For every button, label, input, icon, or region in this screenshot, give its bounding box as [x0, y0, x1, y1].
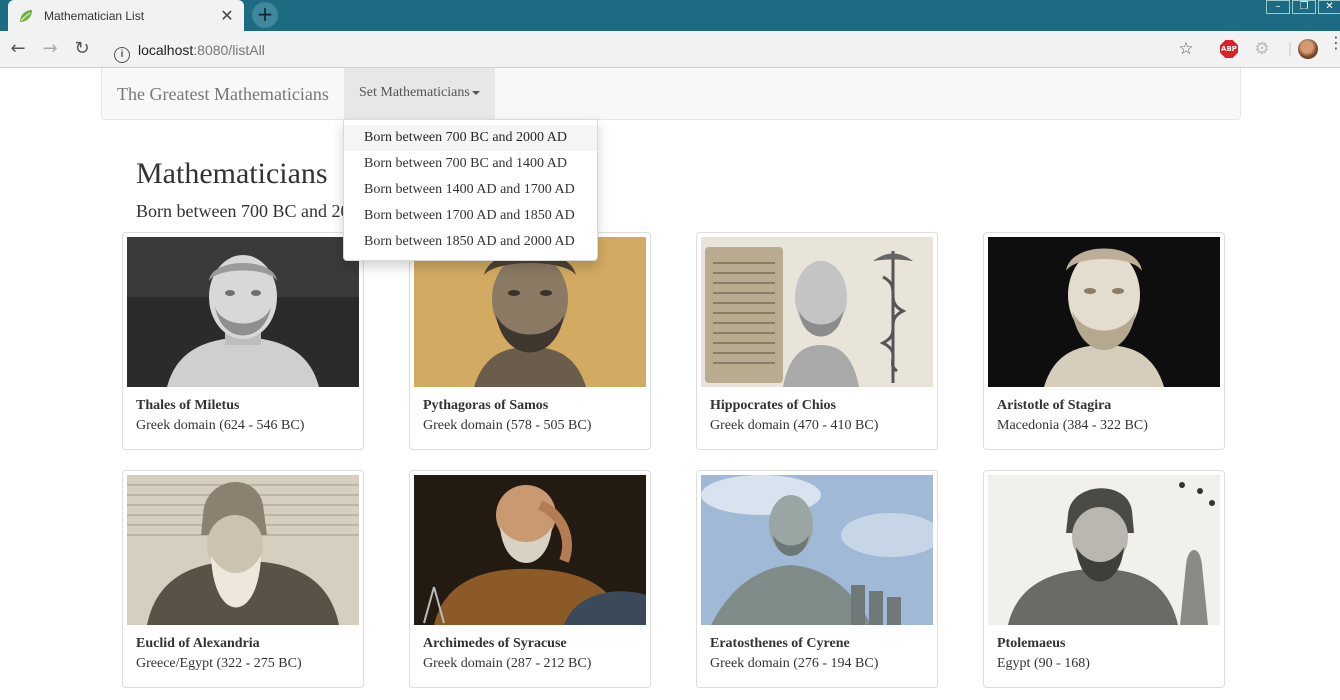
card-name: Thales of Miletus: [136, 398, 240, 413]
bust-image: [701, 237, 933, 387]
tab-close-icon[interactable]: ✕: [216, 6, 238, 26]
portrait-euclid: [127, 475, 359, 625]
minimize-icon[interactable]: –: [1266, 0, 1290, 14]
adblock-icon[interactable]: ABP: [1220, 40, 1238, 58]
portrait-thales: [127, 237, 359, 387]
mathematician-card-archimedes[interactable]: Archimedes of Syracuse Greek domain (287…: [409, 470, 651, 688]
card-name: Pythagoras of Samos: [423, 398, 549, 413]
bust-image: [988, 237, 1220, 387]
mathematician-card-hippocrates[interactable]: Hippocrates of Chios Greek domain (470 -…: [696, 232, 938, 450]
dropdown-item-1400ad-1700ad[interactable]: Born between 1400 AD and 1700 AD: [344, 177, 597, 203]
forward-arrow-icon[interactable]: →: [38, 38, 62, 62]
browser-tab[interactable]: Mathematician List ✕: [8, 0, 244, 31]
restore-icon[interactable]: ❐: [1292, 0, 1316, 14]
card-origin: Greece/Egypt (322 - 275 BC): [136, 656, 302, 671]
reload-icon[interactable]: ↻: [70, 38, 94, 62]
portrait-hippocrates: [701, 237, 933, 387]
dropdown-menu: Born between 700 BC and 2000 AD Born bet…: [343, 119, 598, 261]
dropdown-item-1850ad-2000ad[interactable]: Born between 1850 AD and 2000 AD: [344, 229, 597, 255]
spring-leaf-icon: [20, 9, 32, 22]
set-mathematicians-dropdown[interactable]: Set Mathematicians: [344, 68, 495, 120]
url-host: localhost: [138, 42, 194, 58]
bookmark-star-icon[interactable]: ☆: [1176, 39, 1196, 59]
statue-image: [701, 475, 933, 625]
bust-image: [127, 237, 359, 387]
new-tab-button[interactable]: +: [252, 2, 278, 28]
mathematician-card-euclid[interactable]: Euclid of Alexandria Greece/Egypt (322 -…: [122, 470, 364, 688]
portrait-ptolemaeus: [988, 475, 1220, 625]
card-name: Archimedes of Syracuse: [423, 636, 567, 651]
url-path: :8080/listAll: [193, 42, 265, 58]
browser-menu-icon[interactable]: ⋮: [1328, 35, 1340, 51]
close-window-icon[interactable]: ✕: [1318, 0, 1340, 14]
mathematician-card-aristotle[interactable]: Aristotle of Stagira Macedonia (384 - 32…: [983, 232, 1225, 450]
browser-titlebar: Mathematician List ✕ + – ❐ ✕: [0, 0, 1340, 31]
portrait-eratosthenes: [701, 475, 933, 625]
mathematician-card-eratosthenes[interactable]: Eratosthenes of Cyrene Greek domain (276…: [696, 470, 938, 688]
painting-image: [414, 475, 646, 625]
card-origin: Greek domain (287 - 212 BC): [423, 656, 592, 671]
card-origin: Egypt (90 - 168): [997, 656, 1090, 671]
mathematician-card-ptolemaeus[interactable]: Ptolemaeus Egypt (90 - 168): [983, 470, 1225, 688]
card-name: Aristotle of Stagira: [997, 398, 1112, 413]
card-name: Ptolemaeus: [997, 636, 1066, 651]
profile-avatar[interactable]: [1298, 39, 1318, 59]
page-title: Mathematicians: [136, 157, 328, 190]
site-navbar: The Greatest Mathematicians Set Mathemat…: [101, 68, 1241, 120]
card-origin: Greek domain (470 - 410 BC): [710, 418, 879, 433]
extension-icon[interactable]: ⚙: [1252, 39, 1272, 59]
portrait-archimedes: [414, 475, 646, 625]
dropdown-item-1700ad-1850ad[interactable]: Born between 1700 AD and 1850 AD: [344, 203, 597, 229]
address-bar[interactable]: i localhost:8080/listAll: [106, 37, 1216, 63]
card-name: Euclid of Alexandria: [136, 636, 260, 651]
site-info-icon[interactable]: i: [114, 47, 130, 63]
mathematician-card-thales[interactable]: Thales of Miletus Greek domain (624 - 54…: [122, 232, 364, 450]
portrait-aristotle: [988, 237, 1220, 387]
dropdown-label: Set Mathematicians: [359, 85, 470, 100]
card-origin: Greek domain (578 - 505 BC): [423, 418, 592, 433]
back-arrow-icon[interactable]: ←: [6, 38, 30, 62]
dropdown-item-700bc-2000ad[interactable]: Born between 700 BC and 2000 AD: [344, 125, 597, 151]
caret-down-icon: [471, 90, 480, 95]
card-origin: Macedonia (384 - 322 BC): [997, 418, 1148, 433]
mathematician-card-pythagoras[interactable]: Pythagoras of Samos Greek domain (578 - …: [409, 232, 651, 450]
engraving-image: [127, 475, 359, 625]
card-origin: Greek domain (624 - 546 BC): [136, 418, 305, 433]
dropdown-item-700bc-1400ad[interactable]: Born between 700 BC and 1400 AD: [344, 151, 597, 177]
browser-toolbar: ← → ↻ i localhost:8080/listAll ☆ ABP ⚙ |: [0, 31, 1340, 68]
navbar-brand[interactable]: The Greatest Mathematicians: [117, 68, 329, 120]
engraving-image: [988, 475, 1220, 625]
card-origin: Greek domain (276 - 194 BC): [710, 656, 879, 671]
tab-title: Mathematician List: [44, 8, 145, 23]
card-name: Hippocrates of Chios: [710, 398, 836, 413]
card-name: Eratosthenes of Cyrene: [710, 636, 850, 651]
toolbar-divider: |: [1287, 41, 1293, 57]
